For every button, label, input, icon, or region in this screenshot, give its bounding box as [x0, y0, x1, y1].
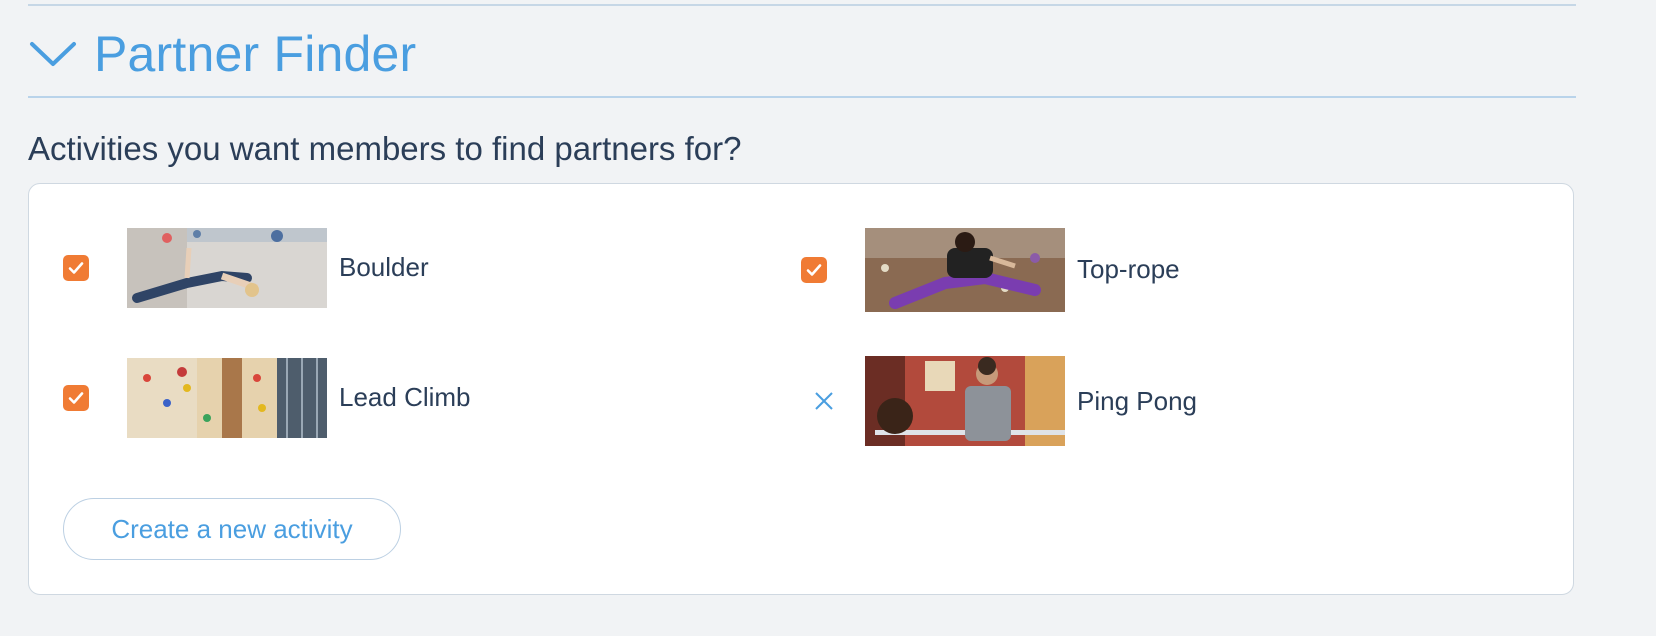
- activities-card: Boulder Top-rope Lead Climb Ping Pong Cr…: [28, 183, 1574, 595]
- chevron-down-icon[interactable]: [28, 34, 78, 74]
- checkmark-icon: [68, 262, 84, 274]
- section-header[interactable]: Partner Finder: [28, 24, 416, 84]
- activity-checkbox-boulder[interactable]: [63, 255, 89, 281]
- activity-label-top-rope: Top-rope: [1077, 254, 1180, 284]
- activity-label-lead-climb: Lead Climb: [339, 382, 471, 412]
- section-title: Partner Finder: [94, 26, 417, 82]
- activity-checkbox-lead-climb[interactable]: [63, 385, 89, 411]
- activity-checkbox-top-rope[interactable]: [801, 257, 827, 283]
- close-icon: [815, 392, 833, 410]
- checkmark-icon: [68, 392, 84, 404]
- activity-image-boulder: [127, 228, 327, 308]
- activities-question: Activities you want members to find part…: [28, 130, 742, 167]
- section-divider: [28, 96, 1576, 98]
- activity-image-top-rope: [865, 228, 1065, 312]
- activity-image-lead-climb: [127, 358, 327, 438]
- activity-remove-ping-pong[interactable]: [811, 388, 837, 414]
- activity-label-boulder: Boulder: [339, 252, 429, 282]
- activity-item-ping-pong: Ping Pong: [801, 356, 1501, 446]
- create-activity-button[interactable]: Create a new activity: [63, 498, 401, 560]
- activity-item-boulder: Boulder: [63, 228, 763, 308]
- activity-image-ping-pong: [865, 356, 1065, 446]
- top-divider: [28, 4, 1576, 6]
- activity-item-top-rope: Top-rope: [801, 228, 1501, 312]
- activity-label-ping-pong: Ping Pong: [1077, 386, 1197, 416]
- activity-item-lead-climb: Lead Climb: [63, 358, 763, 438]
- checkmark-icon: [806, 264, 822, 276]
